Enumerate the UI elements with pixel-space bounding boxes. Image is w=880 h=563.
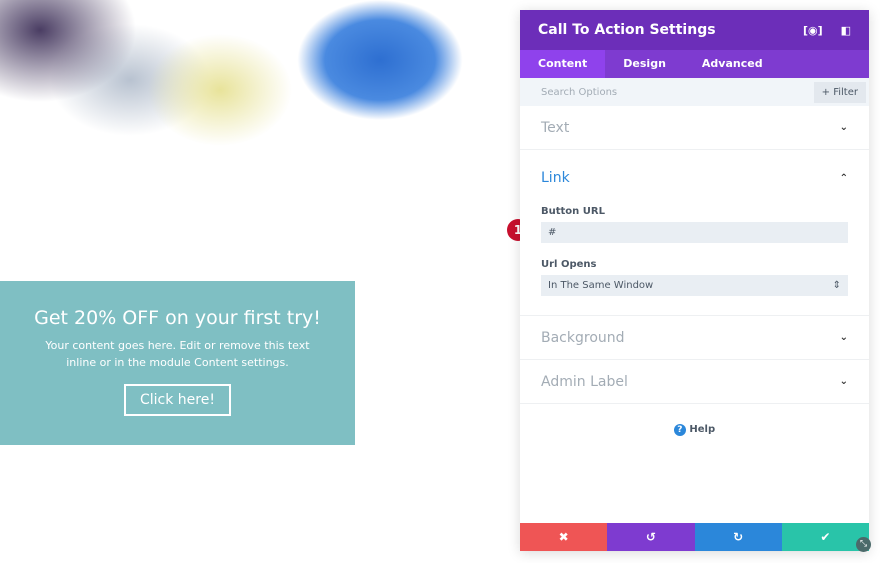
call-to-action-module: Get 20% OFF on your first try! Your cont… bbox=[0, 281, 355, 445]
url-opens-select[interactable]: In The Same Window ⇕ bbox=[541, 275, 848, 296]
sidebar-toggle-icon[interactable]: ◧ bbox=[841, 24, 851, 37]
section-admin-label-label: Admin Label bbox=[541, 373, 628, 390]
help-icon: ? bbox=[673, 424, 686, 436]
section-link: Link ⌃ Button URL # Url Opens In The Same… bbox=[520, 150, 869, 316]
section-link-header[interactable]: Link ⌃ bbox=[541, 150, 848, 206]
filter-button[interactable]: + Filter bbox=[813, 81, 866, 103]
panel-header: Call To Action Settings [◉] ◧ bbox=[520, 10, 869, 50]
help-link[interactable]: ? Help bbox=[520, 424, 869, 436]
chevron-down-icon: ⌄ bbox=[839, 332, 848, 343]
panel-footer: ✖ ↺ ↻ ✔ bbox=[520, 523, 869, 551]
cta-body: Your content goes here. Edit or remove t… bbox=[45, 339, 310, 369]
button-url-value: # bbox=[548, 227, 557, 238]
undo-button[interactable]: ↺ bbox=[607, 523, 695, 551]
cta-title: Get 20% OFF on your first try! bbox=[34, 307, 321, 329]
tab-bar: Content Design Advanced bbox=[520, 50, 869, 78]
section-background-label: Background bbox=[541, 329, 625, 346]
tab-advanced[interactable]: Advanced bbox=[684, 50, 781, 78]
tab-content[interactable]: Content bbox=[520, 50, 606, 78]
chevron-down-icon: ⌄ bbox=[839, 376, 848, 387]
section-text[interactable]: Text ⌄ bbox=[520, 106, 869, 150]
fullscreen-icon[interactable]: [◉] bbox=[803, 24, 823, 37]
search-input[interactable]: Search Options bbox=[541, 87, 814, 98]
redo-button[interactable]: ↻ bbox=[694, 523, 782, 551]
chevron-up-icon: ⌃ bbox=[839, 172, 848, 184]
search-bar: Search Options + Filter bbox=[520, 78, 869, 106]
panel-title: Call To Action Settings bbox=[538, 22, 716, 38]
url-opens-value: In The Same Window bbox=[548, 280, 654, 291]
section-admin-label[interactable]: Admin Label ⌄ bbox=[520, 360, 869, 404]
section-link-label: Link bbox=[541, 170, 570, 186]
hero-image bbox=[0, 0, 500, 240]
section-text-label: Text bbox=[541, 119, 570, 136]
cta-button[interactable]: Click here! bbox=[124, 384, 231, 416]
section-background[interactable]: Background ⌄ bbox=[520, 316, 869, 360]
chevron-down-icon: ⌄ bbox=[839, 122, 848, 133]
tab-design[interactable]: Design bbox=[605, 50, 684, 78]
help-label: Help bbox=[689, 424, 716, 435]
url-opens-label: Url Opens bbox=[541, 259, 597, 270]
resize-handle-icon[interactable]: ⤡ bbox=[856, 537, 871, 552]
button-url-label: Button URL bbox=[541, 206, 605, 217]
select-arrows-icon: ⇕ bbox=[832, 280, 841, 291]
cancel-button[interactable]: ✖ bbox=[520, 523, 608, 551]
settings-panel: Call To Action Settings [◉] ◧ Content De… bbox=[520, 10, 869, 551]
button-url-input[interactable]: # bbox=[541, 222, 848, 243]
